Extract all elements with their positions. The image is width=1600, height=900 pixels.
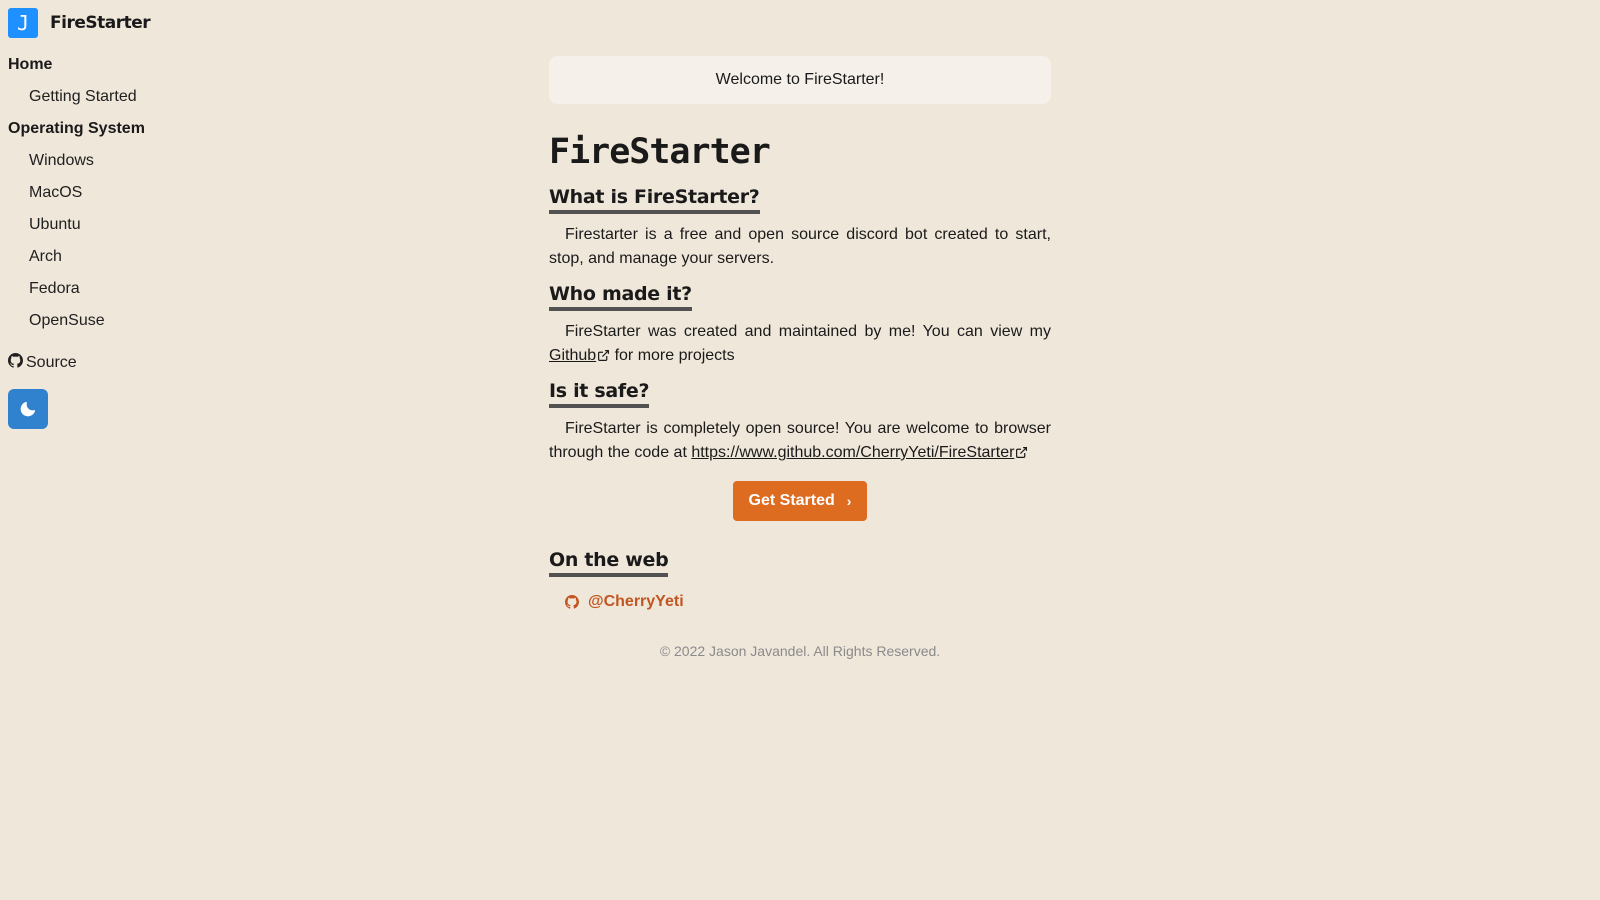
cta-wrapper: Get Started › [549,481,1051,521]
source-link[interactable]: Source [8,352,292,373]
github-icon [8,352,23,368]
get-started-button[interactable]: Get Started › [732,481,868,521]
moon-icon [20,401,36,417]
theme-toggle-button[interactable] [8,389,48,429]
github-icon [565,595,579,609]
who-text-after: for more projects [610,347,735,364]
section-what: What is FireStarter? Firestarter is a fr… [549,186,1051,271]
section-heading-safe: Is it safe? [549,380,650,408]
sidebar-nav: Home Getting Started Operating System Wi… [8,57,292,345]
sidebar-item-arch[interactable]: Arch [8,249,292,281]
sidebar-item-macos[interactable]: MacOS [8,185,292,217]
brand-name[interactable]: FireStarter [50,13,151,33]
section-heading-what: What is FireStarter? [549,186,760,214]
section-safe: Is it safe? FireStarter is completely op… [549,380,1051,465]
source-label: Source [26,354,77,371]
sidebar-item-windows[interactable]: Windows [8,153,292,185]
footer: © 2022 Jason Javandel. All Rights Reserv… [659,643,941,659]
section-text-who: FireStarter was created and maintained b… [549,320,1051,368]
sidebar-section-home[interactable]: Home [8,57,292,89]
repo-link[interactable]: https://www.github.com/CherryYeti/FireSt… [691,444,1014,461]
sidebar-item-ubuntu[interactable]: Ubuntu [8,217,292,249]
sidebar: J FireStarter Home Getting Started Opera… [0,0,300,900]
main-content: Welcome to FireStarter! FireStarter What… [549,56,1051,659]
github-link[interactable]: Github [549,347,596,364]
section-heading-web: On the web [549,549,669,577]
section-heading-who: Who made it? [549,283,692,311]
sidebar-item-getting-started[interactable]: Getting Started [8,89,292,121]
sidebar-section-operating-system[interactable]: Operating System [8,121,292,153]
github-handle: @CherryYeti [588,593,684,610]
section-text-what: Firestarter is a free and open source di… [549,226,1051,267]
sidebar-item-opensuse[interactable]: OpenSuse [8,313,292,345]
get-started-label: Get Started [748,492,835,509]
external-link-icon [598,350,610,361]
section-who: Who made it? FireStarter was created and… [549,283,1051,368]
brand[interactable]: J FireStarter [8,8,292,38]
sidebar-item-fedora[interactable]: Fedora [8,281,292,313]
welcome-banner: Welcome to FireStarter! [549,56,1051,104]
external-link-icon [1016,447,1028,458]
section-text-safe: FireStarter is completely open source! Y… [549,417,1051,465]
page-title: FireStarter [549,132,771,172]
brand-logo[interactable]: J [8,8,38,38]
github-profile-link[interactable]: @CherryYeti [549,593,1051,611]
section-web: On the web @CherryYeti [549,549,1051,611]
who-text-before: FireStarter was created and maintained b… [565,323,1051,340]
chevron-right-icon: › [846,493,852,509]
